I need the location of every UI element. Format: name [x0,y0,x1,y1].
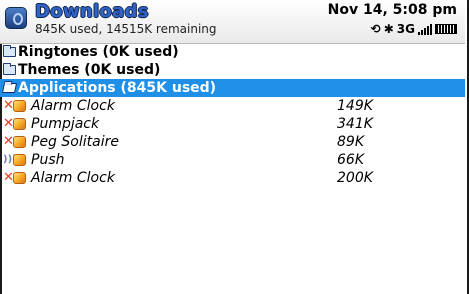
folder-label: Ringtones (0K used) [18,44,179,60]
app-name: Alarm Clock [31,98,115,114]
downloads-list: Ringtones (0K used) Themes (0K used) App… [0,43,465,187]
app-size: 149K [337,98,373,114]
folder-open-icon [1,83,18,93]
app-name: Push [31,152,65,168]
signal-icon [418,23,432,35]
storage-summary: 845K used, 14515K remaining [35,22,217,36]
app-size: 89K [337,134,364,150]
screen-title: Downloads [35,1,149,22]
app-cube-icon [13,136,26,148]
date-time: Nov 14, 5:08 pm [327,2,457,18]
folder-ringtones[interactable]: Ringtones (0K used) [0,43,465,61]
app-cube-icon [13,100,26,112]
error-x-icon: ✕ [3,170,14,185]
app-name: Alarm Clock [31,170,115,186]
app-cube-icon [13,154,26,166]
network-type: 3G [396,22,415,36]
folder-themes[interactable]: Themes (0K used) [0,61,465,79]
downloads-app-icon [5,7,27,29]
error-x-icon: ✕ [3,134,14,149]
app-size: 66K [337,152,364,168]
app-cube-icon [13,172,26,184]
list-item-alarm-clock-2[interactable]: ✕ Alarm Clock 200K [0,169,465,187]
list-item-alarm-clock[interactable]: ✕ Alarm Clock 149K [0,97,465,115]
list-item-pumpjack[interactable]: ✕ Pumpjack 341K [0,115,465,133]
status-indicators: ⟲ ✱ 3G [371,22,457,36]
app-name: Pumpjack [31,116,100,132]
app-cube-icon [13,118,26,130]
app-size: 341K [337,116,373,132]
error-x-icon: ✕ [3,98,14,113]
error-x-icon: ✕ [3,116,14,131]
list-item-peg-solitaire[interactable]: ✕ Peg Solitaire 89K [0,133,465,151]
sync-icon: ⟲ [370,22,381,36]
folder-label: Themes (0K used) [18,62,161,78]
folder-applications[interactable]: Applications (845K used) [0,79,465,97]
title-bar: Downloads 845K used, 14515K remaining No… [0,0,465,44]
folder-icon [3,63,16,75]
folder-label: Applications (845K used) [18,80,217,96]
push-wave-icon: ))) [3,154,17,165]
app-size: 200K [337,170,373,186]
bluetooth-icon: ✱ [383,22,394,36]
battery-icon [435,24,457,34]
app-name: Peg Solitaire [31,134,119,150]
folder-icon [3,45,16,57]
list-item-push[interactable]: ))) Push 66K [0,151,465,169]
